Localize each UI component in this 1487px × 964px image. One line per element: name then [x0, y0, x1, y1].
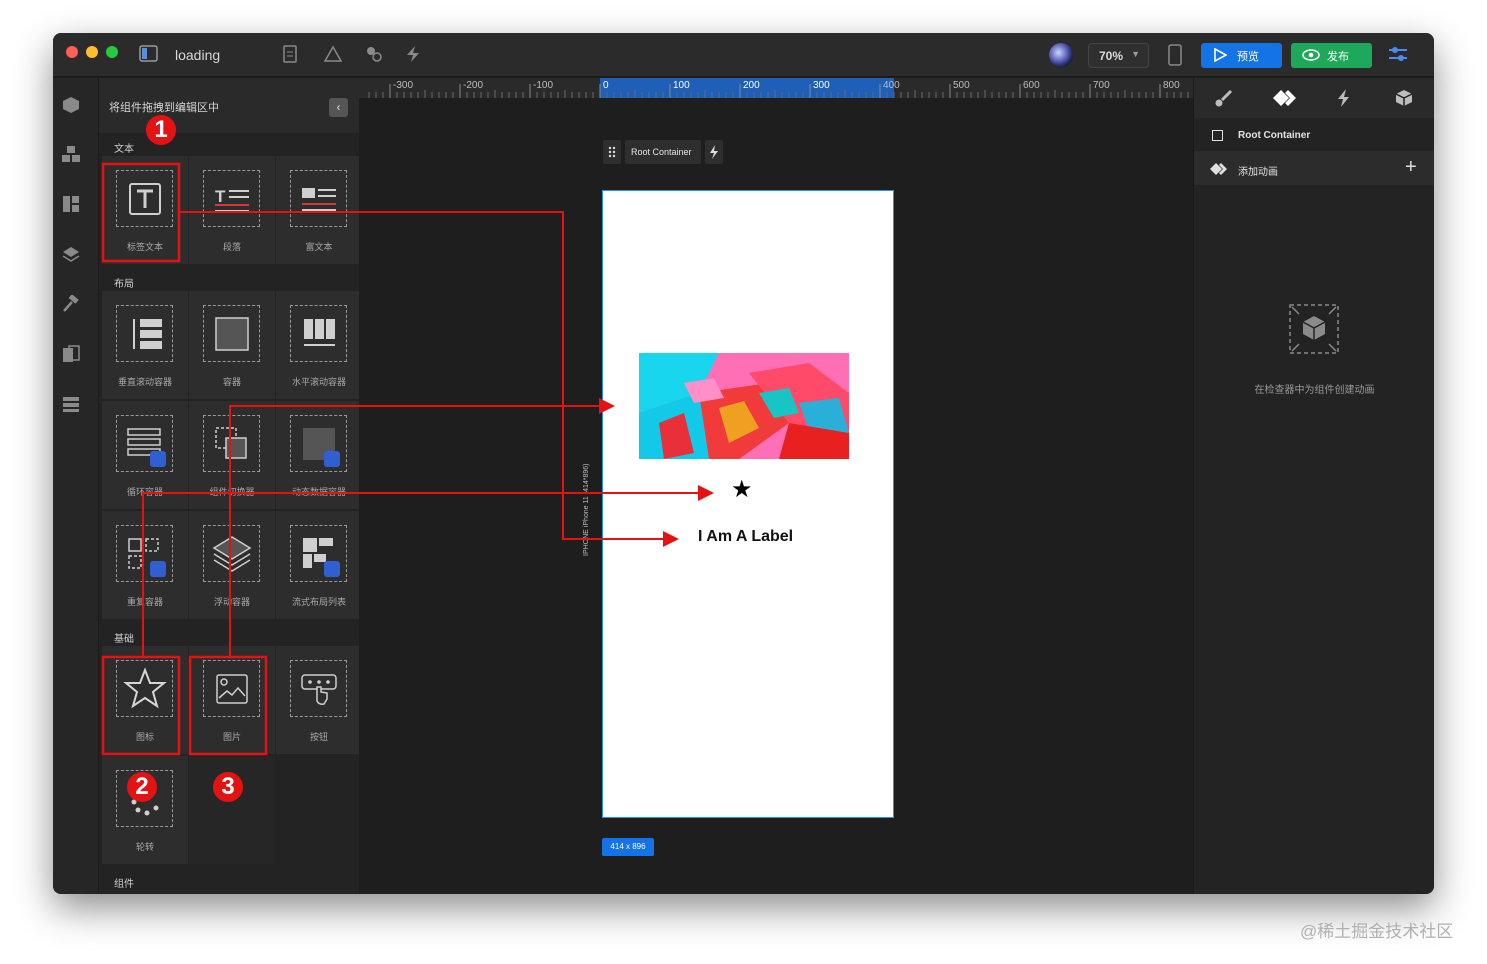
- annotation-arrows: [101, 162, 714, 756]
- arrow-label: [179, 211, 679, 547]
- highlight-image: [188, 655, 268, 756]
- watermark: @稀土掘金技术社区: [1300, 922, 1454, 941]
- annotation-badge-2: 2: [127, 772, 157, 802]
- arrow-icon: [142, 485, 714, 657]
- annotation-badge-3: 3: [213, 772, 243, 802]
- highlight-label-text: [101, 162, 181, 263]
- highlight-icon: [101, 655, 181, 756]
- app-window: loading 70% ▼ 预览 发布 将组件拖拽到编辑区中 ‹ 文本 标签文本…: [53, 33, 1434, 894]
- annotation-badge-1: 1: [146, 115, 176, 145]
- arrow-image: [229, 398, 615, 657]
